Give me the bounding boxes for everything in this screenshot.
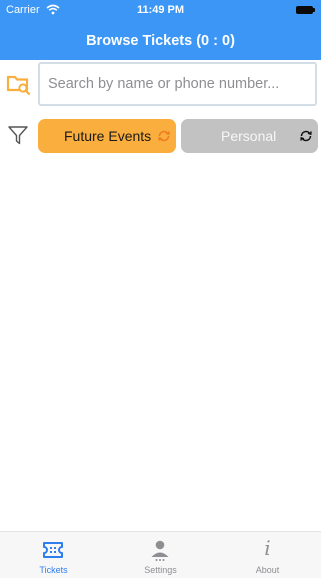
refresh-icon — [300, 130, 312, 142]
tab-settings[interactable]: Settings — [107, 532, 214, 578]
clock: 11:49 PM — [136, 4, 185, 16]
ticket-icon — [43, 542, 63, 558]
tab-settings-label: Settings — [144, 565, 177, 575]
tab-tickets-label: Tickets — [39, 565, 68, 575]
tab-about[interactable]: i About — [214, 532, 321, 578]
personal-label: Personal — [221, 128, 277, 144]
filter-icon[interactable] — [8, 125, 28, 145]
folder-search-icon[interactable] — [6, 71, 32, 97]
future-events-button[interactable]: Future Events — [38, 119, 176, 153]
person-icon — [151, 540, 169, 561]
page-title: Browse Tickets (0 : 0) — [86, 33, 235, 49]
navigation-header: Carrier 11:49 PM Browse Tickets (0 : 0) — [0, 0, 321, 60]
search-input[interactable] — [38, 62, 317, 106]
future-events-label: Future Events — [64, 128, 152, 144]
info-icon: i — [264, 536, 271, 560]
tab-about-label: About — [255, 565, 280, 575]
tab-bar: Tickets Settings i About — [0, 531, 321, 578]
refresh-icon — [158, 130, 170, 142]
status-bar: Carrier 11:49 PM — [0, 0, 321, 22]
personal-button[interactable]: Personal — [181, 119, 318, 153]
tab-tickets[interactable]: Tickets — [0, 532, 107, 578]
battery-icon — [296, 6, 315, 14]
